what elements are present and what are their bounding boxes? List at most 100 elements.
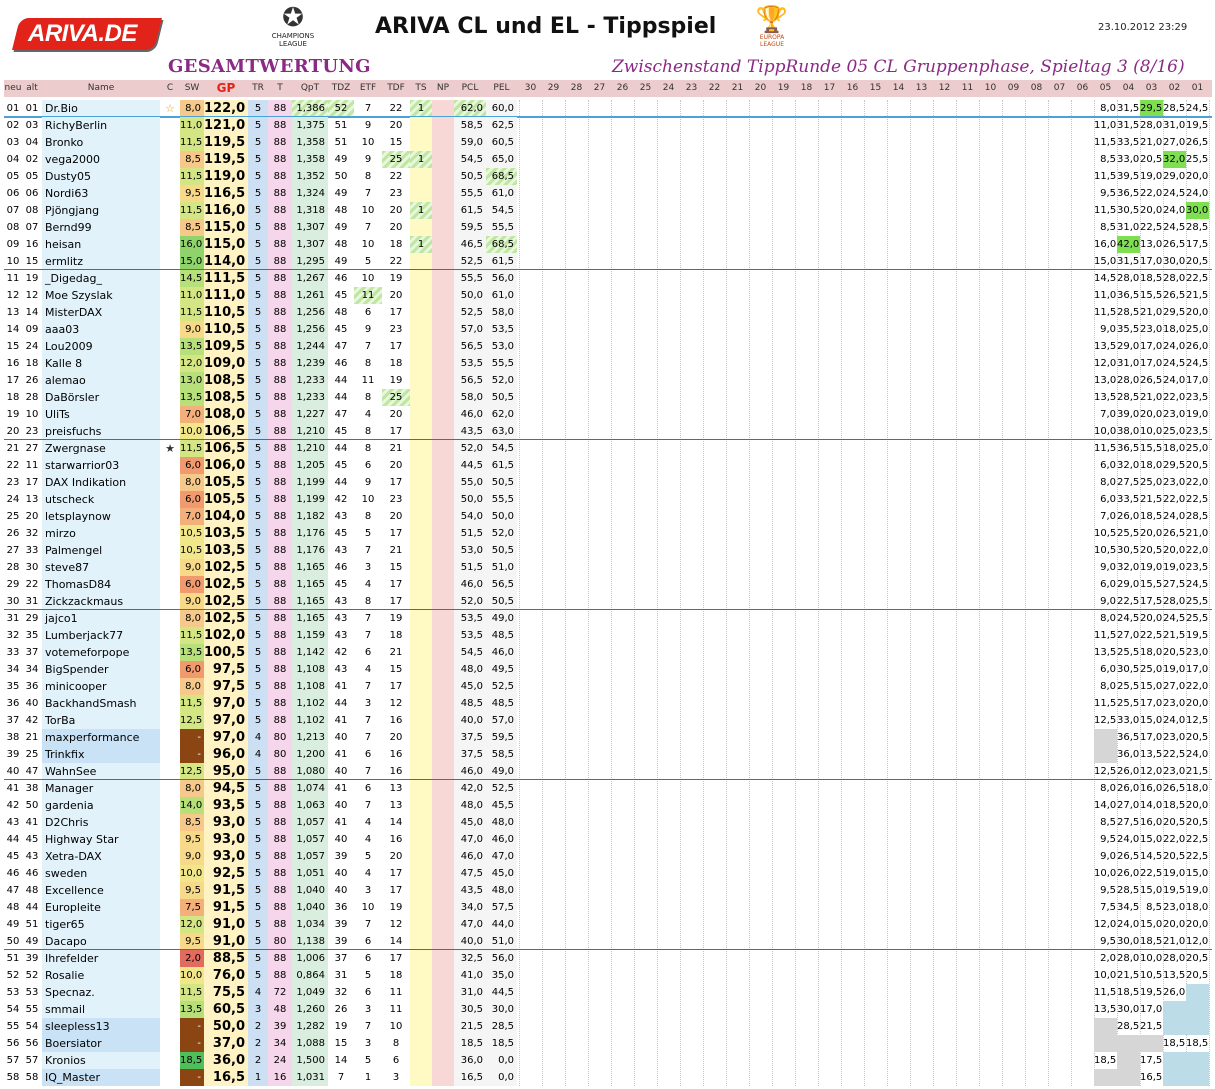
player-name[interactable]: maxperformance (42, 729, 160, 746)
cell-gp: 96,0 (204, 746, 248, 763)
column-header-round-24: 24 (662, 83, 675, 93)
player-name[interactable]: WahnSee (42, 763, 160, 780)
player-name[interactable]: Highway Star (42, 831, 160, 848)
player-name[interactable]: Dr.Bio (42, 100, 160, 117)
player-name[interactable]: MisterDAX (42, 304, 160, 321)
cell-sw: 11,5 (180, 440, 204, 457)
player-name[interactable]: aaa03 (42, 321, 160, 338)
player-name[interactable]: Manager (42, 780, 160, 797)
player-name[interactable]: Ihrefelder (42, 950, 160, 967)
cell-t: 72 (268, 984, 292, 1001)
player-name[interactable]: Specnaz. (42, 984, 160, 1001)
cell-c (160, 729, 180, 746)
player-name[interactable]: alemao (42, 372, 160, 389)
player-name[interactable]: starwarrior03 (42, 457, 160, 474)
player-name[interactable]: RichyBerlin (42, 117, 160, 134)
player-name[interactable]: UliTs (42, 406, 160, 423)
cell-pcl: 46,0 (454, 763, 486, 780)
player-name[interactable]: letsplaynow (42, 508, 160, 525)
player-name[interactable]: Kalle 8 (42, 355, 160, 372)
player-name[interactable]: _Digedag_ (42, 270, 160, 287)
player-name[interactable]: tiger65 (42, 916, 160, 933)
cell-alt: 33 (25, 545, 39, 556)
round-score-03: 29,5 (1140, 100, 1163, 117)
player-name[interactable]: utscheck (42, 491, 160, 508)
player-name[interactable]: sweden (42, 865, 160, 882)
cell-pel: 58,0 (486, 304, 517, 321)
round-score-05: 11,5 (1094, 137, 1117, 148)
round-score-05: 9,5 (1100, 834, 1116, 845)
player-name[interactable]: steve87 (42, 559, 160, 576)
cell-t: 88 (268, 899, 292, 916)
player-name[interactable]: Palmengel (42, 542, 160, 559)
cell-np (432, 542, 454, 559)
round-score-03: 20,5 (1140, 154, 1163, 165)
player-name[interactable]: smmail (42, 1001, 160, 1018)
player-name[interactable]: TorBa (42, 712, 160, 729)
round-score-05: 2,0 (1100, 953, 1116, 964)
round-score-05: 9,0 (1100, 596, 1116, 607)
cell-sw: 11,5 (180, 168, 204, 185)
player-name[interactable]: jajco1 (42, 610, 160, 627)
player-name[interactable]: mirzo (42, 525, 160, 542)
cell-c (160, 899, 180, 916)
player-name[interactable]: DaBörsler (42, 389, 160, 406)
player-name[interactable]: Lou2009 (42, 338, 160, 355)
player-name[interactable]: DAX Indikation (42, 474, 160, 491)
player-name[interactable]: Rosalie (42, 967, 160, 984)
player-name[interactable]: vega2000 (42, 151, 160, 168)
player-name[interactable]: heisan (42, 236, 160, 253)
cell-c (160, 355, 180, 372)
player-name[interactable]: Moe Szyslak (42, 287, 160, 304)
player-name[interactable]: ThomasD84 (42, 576, 160, 593)
cell-ts (410, 814, 432, 831)
cell-pel: 35,0 (486, 967, 517, 984)
player-name[interactable]: Nordi63 (42, 185, 160, 202)
cell-ts (410, 882, 432, 899)
cell-c (160, 780, 180, 797)
player-name[interactable]: Dusty05 (42, 168, 160, 185)
cell-tdf: 20 (389, 290, 403, 301)
player-name[interactable]: preisfuchs (42, 423, 160, 440)
player-name[interactable]: votemeforpope (42, 644, 160, 661)
cell-tr: 5 (248, 967, 268, 984)
player-name[interactable]: Dacapo (42, 933, 160, 950)
player-name[interactable]: IQ_Master (42, 1069, 160, 1086)
player-name[interactable]: sleepless13 (42, 1018, 160, 1035)
player-name[interactable]: gardenia (42, 797, 160, 814)
player-name[interactable]: D2Chris (42, 814, 160, 831)
player-name[interactable]: Bronko (42, 134, 160, 151)
round-score-04: 27,0 (1117, 800, 1140, 811)
player-name[interactable]: BigSpender (42, 661, 160, 678)
cell-tdz: 41 (334, 715, 348, 726)
player-name[interactable]: minicooper (42, 678, 160, 695)
cell-neu: 02 (6, 120, 20, 131)
cell-pel: 18,5 (486, 1035, 517, 1052)
player-name[interactable]: BackhandSmash (42, 695, 160, 712)
cell-etf: 8 (364, 392, 372, 403)
player-name[interactable]: Bernd99 (42, 219, 160, 236)
player-name[interactable]: ermlitz (42, 253, 160, 270)
player-name[interactable]: Trinkfix (42, 746, 160, 763)
player-name[interactable]: Zwergnase (42, 440, 160, 457)
player-name[interactable]: Zickzackmaus (42, 593, 160, 610)
ariva-logo[interactable]: ARIVA.DE (12, 18, 162, 50)
cell-ts (410, 321, 432, 338)
player-name[interactable]: Excellence (42, 882, 160, 899)
player-name[interactable]: Lumberjack77 (42, 627, 160, 644)
player-name[interactable]: Europleite (42, 899, 160, 916)
round-gridline (634, 100, 635, 1086)
player-name[interactable]: Xetra-DAX (42, 848, 160, 865)
player-name[interactable]: Boersiator (42, 1035, 160, 1052)
cell-np (432, 576, 454, 593)
cell-np (432, 389, 454, 406)
round-score-03: 14,0 (1140, 800, 1163, 811)
round-score-04: 26,0 (1117, 511, 1140, 522)
cell-tdz: 31 (334, 970, 348, 981)
cell-qpt: 1,375 (292, 117, 328, 134)
player-name[interactable]: Kronios (42, 1052, 160, 1069)
player-name[interactable]: Pjöngjang (42, 202, 160, 219)
cell-pcl: 44,5 (454, 457, 486, 474)
cell-t: 88 (268, 797, 292, 814)
cell-tdz: 49 (334, 222, 348, 233)
